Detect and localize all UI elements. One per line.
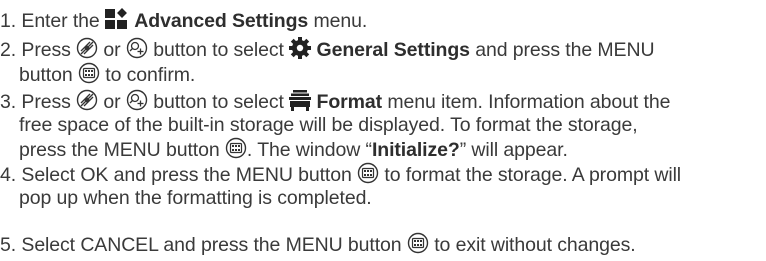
menu-name: Format [316,91,383,113]
step-number: 1. [0,10,17,32]
step-text: button to select [153,91,284,113]
step-text: free space of the built-in storage will … [19,114,638,136]
step-text: menu item. Information about the [387,91,671,113]
step-text: to format the storage. A prompt will [384,164,682,186]
step-text: to exit without changes. [434,234,636,256]
step-2: 2. Press or button to select General Set… [0,37,764,87]
step-text: and press the MENU [475,39,655,61]
step-5: 5. Select CANCEL and press the MENU butt… [0,232,764,257]
step-1: 1. Enter the Advanced Settings menu. [0,8,764,33]
step-text: to confirm. [105,64,196,86]
gear-icon [289,37,312,59]
menu-button-icon [78,62,100,84]
photo-button-icon [126,37,148,59]
step-text: Select OK and press the MENU button [21,164,352,186]
instruction-list: 1. Enter the Advanced Settings menu. 2. … [0,0,766,261]
zoom-button-icon [76,89,98,111]
step-text: . The window “ [246,139,372,161]
step-text: ” will appear. [459,139,568,161]
menu-button-icon [407,232,429,254]
step-text: button to select [153,39,284,61]
step-text: Press [21,39,71,61]
step-3: 3. Press or button to select Format menu… [0,89,764,162]
step-text: or [103,91,121,113]
step-text: Enter the [21,10,100,32]
window-name: Initialize? [371,139,460,161]
step-text: pop up when the formatting is completed. [19,187,372,209]
step-number: 3. [0,91,17,113]
photo-button-icon [126,89,148,111]
format-icon [289,89,312,111]
step-text: press the MENU button [19,139,220,161]
step-4: 4. Select OK and press the MENU button t… [0,162,764,210]
step-text: or [103,39,121,61]
step-text: Press [21,91,71,113]
step-number: 2. [0,39,17,61]
step-text: menu. [313,10,368,32]
step-text: button [19,64,73,86]
step-text: Select CANCEL and press the MENU button [21,234,402,256]
advanced-settings-icon [104,8,129,30]
step-number: 5. [0,234,17,256]
step-number: 4. [0,164,17,186]
menu-button-icon [357,162,379,184]
zoom-button-icon [76,37,98,59]
menu-name: General Settings [316,39,470,61]
menu-button-icon [225,137,247,159]
menu-name: Advanced Settings [134,10,309,32]
